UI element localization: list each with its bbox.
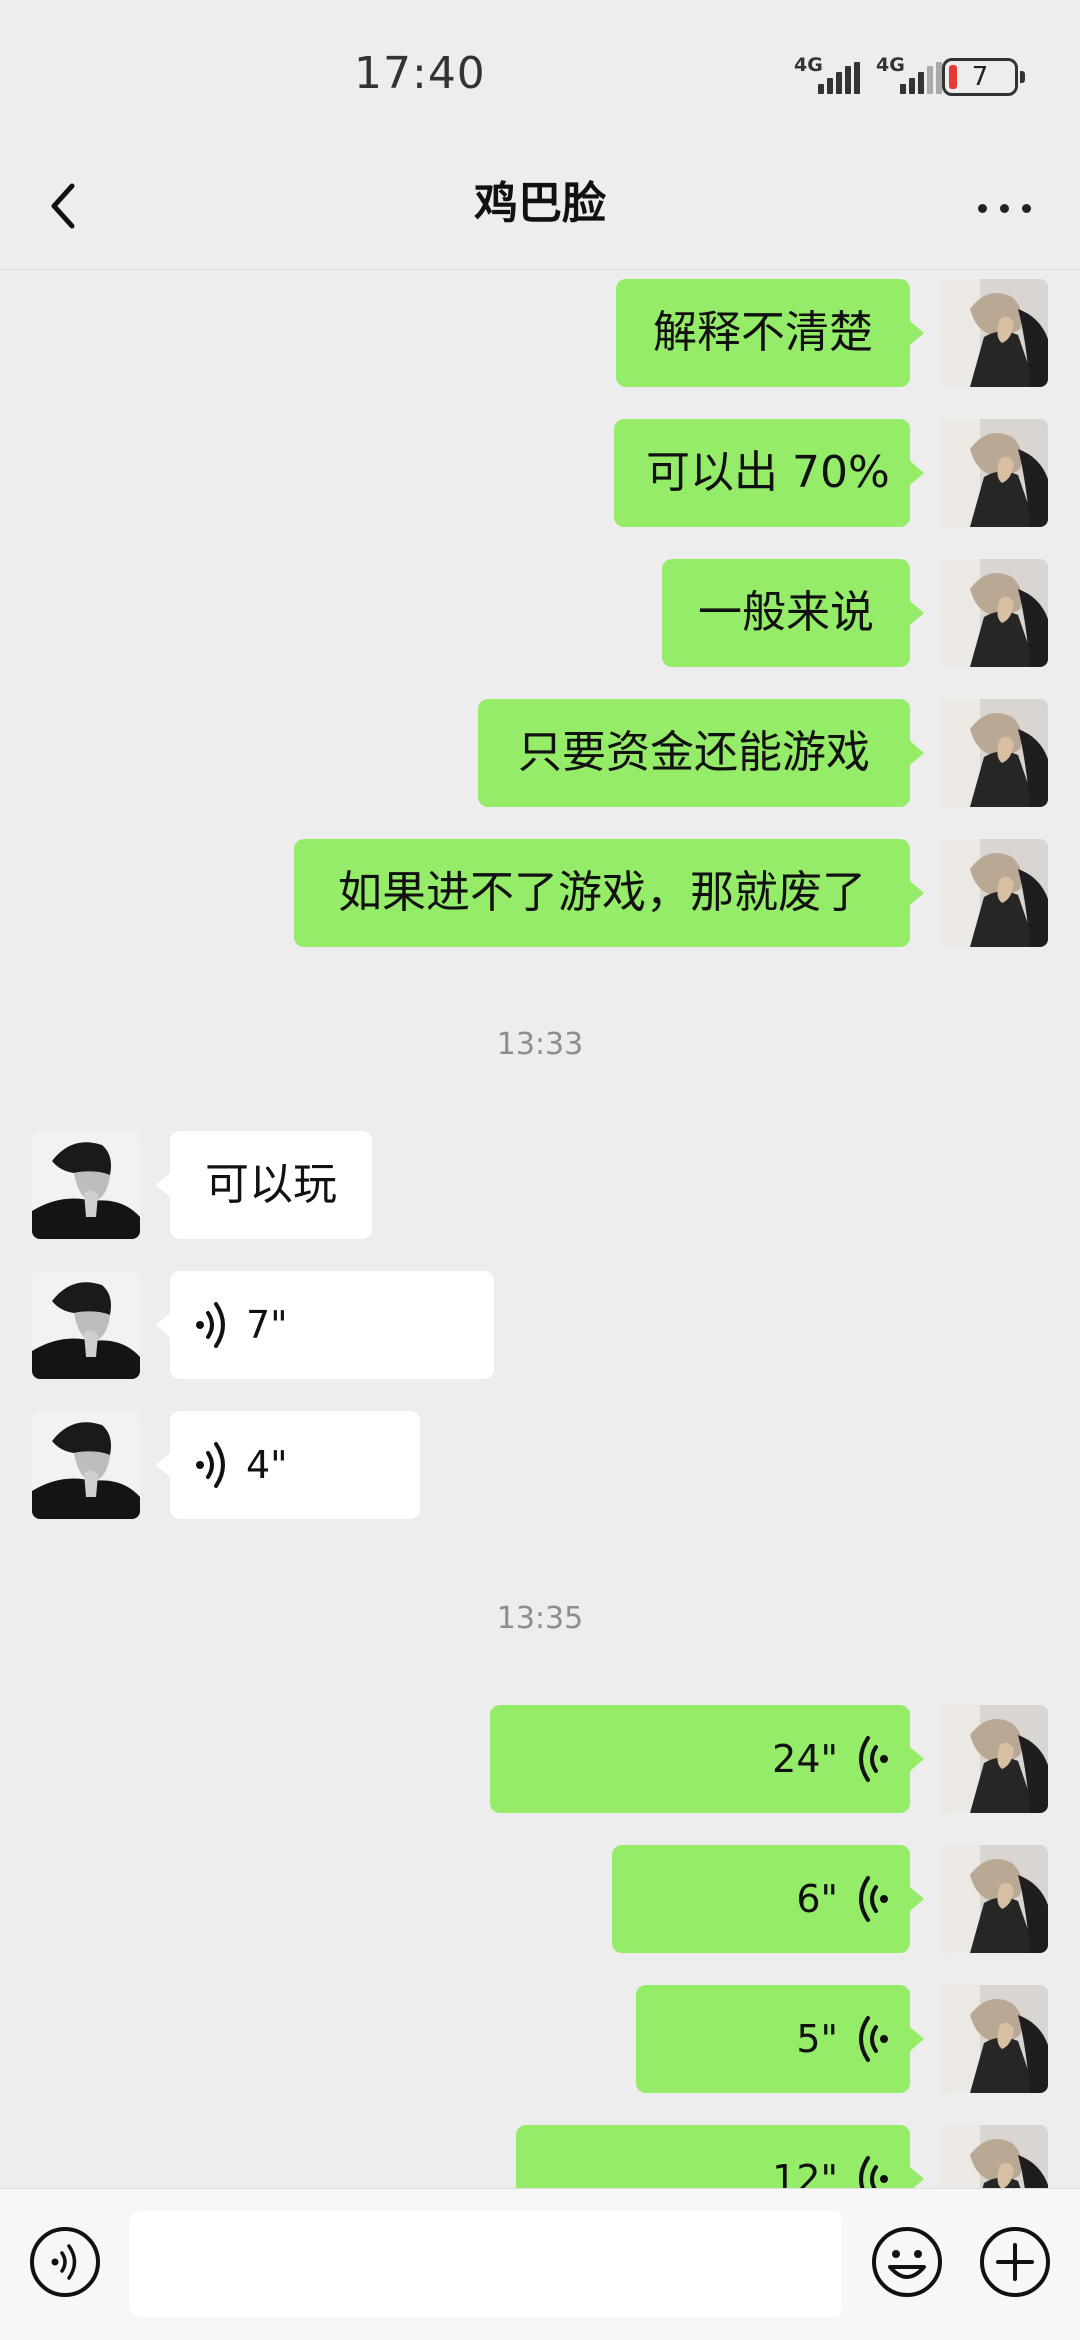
message-bubble-sent[interactable]: 可以出 70% xyxy=(614,419,924,527)
message-bubble-sent[interactable]: 一般来说 xyxy=(662,559,924,667)
message-input[interactable] xyxy=(130,2211,842,2317)
message-text: 如果进不了游戏，那就废了 xyxy=(338,867,866,918)
status-bar: 17:40 4G 4G 7 xyxy=(0,0,1080,150)
message-text: 可以玩 xyxy=(205,1159,337,1210)
voice-wave-icon xyxy=(194,1299,234,1351)
battery-icon: 7 xyxy=(942,58,1025,96)
voice-message-received[interactable]: 7" xyxy=(156,1271,494,1379)
voice-message-sent[interactable]: 5" xyxy=(636,1985,924,2093)
nav-bar: 鸡巴脸 xyxy=(0,150,1080,270)
message-text: 只要资金还能游戏 xyxy=(518,727,870,778)
avatar-contact[interactable] xyxy=(32,1411,140,1519)
avatar-self[interactable] xyxy=(940,1845,1048,1953)
emoji-button[interactable] xyxy=(870,2225,944,2299)
more-functions-button[interactable] xyxy=(978,2225,1052,2299)
voice-duration: 12" xyxy=(772,2157,838,2188)
voice-duration: 7" xyxy=(246,1303,288,1347)
message-list[interactable]: 解释不清楚 可以出 70% 一般来说 只要资金还能游戏 如果进不了游戏，那就废了… xyxy=(0,271,1080,2188)
avatar-self[interactable] xyxy=(940,699,1048,807)
timestamp: 13:35 xyxy=(496,1601,584,1636)
avatar-self[interactable] xyxy=(940,1705,1048,1813)
voice-duration: 24" xyxy=(772,1737,838,1781)
chat-title: 鸡巴脸 xyxy=(474,178,606,229)
voice-wave-icon xyxy=(194,1439,234,1491)
message-text: 可以出 70% xyxy=(646,447,890,498)
more-button[interactable] xyxy=(970,174,1040,238)
avatar-self[interactable] xyxy=(940,279,1048,387)
emoji-icon xyxy=(872,2227,942,2297)
avatar-contact[interactable] xyxy=(32,1271,140,1379)
voice-wave-icon xyxy=(850,2153,890,2188)
message-bubble-sent[interactable]: 如果进不了游戏，那就废了 xyxy=(294,839,924,947)
plus-circle-icon xyxy=(980,2227,1050,2297)
message-text: 解释不清楚 xyxy=(653,307,873,358)
voice-wave-icon xyxy=(850,1733,890,1785)
avatar-self[interactable] xyxy=(940,559,1048,667)
voice-message-received[interactable]: 4" xyxy=(156,1411,420,1519)
message-bubble-sent[interactable]: 只要资金还能游戏 xyxy=(478,699,924,807)
voice-message-sent[interactable]: 12" xyxy=(516,2125,924,2188)
avatar-self[interactable] xyxy=(940,2125,1048,2188)
voice-wave-icon xyxy=(850,2013,890,2065)
voice-message-sent[interactable]: 6" xyxy=(612,1845,924,1953)
message-bubble-sent[interactable]: 解释不清楚 xyxy=(616,279,924,387)
voice-duration: 6" xyxy=(796,1877,838,1921)
avatar-self[interactable] xyxy=(940,419,1048,527)
avatar-contact[interactable] xyxy=(32,1131,140,1239)
battery-level: 7 xyxy=(971,62,989,92)
voice-message-sent[interactable]: 24" xyxy=(490,1705,924,1813)
input-bar xyxy=(0,2188,1080,2340)
voice-duration: 4" xyxy=(246,1443,288,1487)
status-time: 17:40 xyxy=(354,48,486,99)
message-bubble-received[interactable]: 可以玩 xyxy=(156,1131,372,1239)
voice-mode-icon xyxy=(30,2227,100,2297)
avatar-self[interactable] xyxy=(940,839,1048,947)
voice-mode-button[interactable] xyxy=(28,2225,102,2299)
avatar-self[interactable] xyxy=(940,1985,1048,2093)
chat-screen: 17:40 4G 4G 7 鸡巴脸 解释不清楚 可以出 70% 一般来说 只要资… xyxy=(0,0,1080,2340)
voice-duration: 5" xyxy=(796,2017,838,2061)
message-text: 一般来说 xyxy=(698,587,874,638)
voice-wave-icon xyxy=(850,1873,890,1925)
timestamp: 13:33 xyxy=(496,1027,584,1062)
